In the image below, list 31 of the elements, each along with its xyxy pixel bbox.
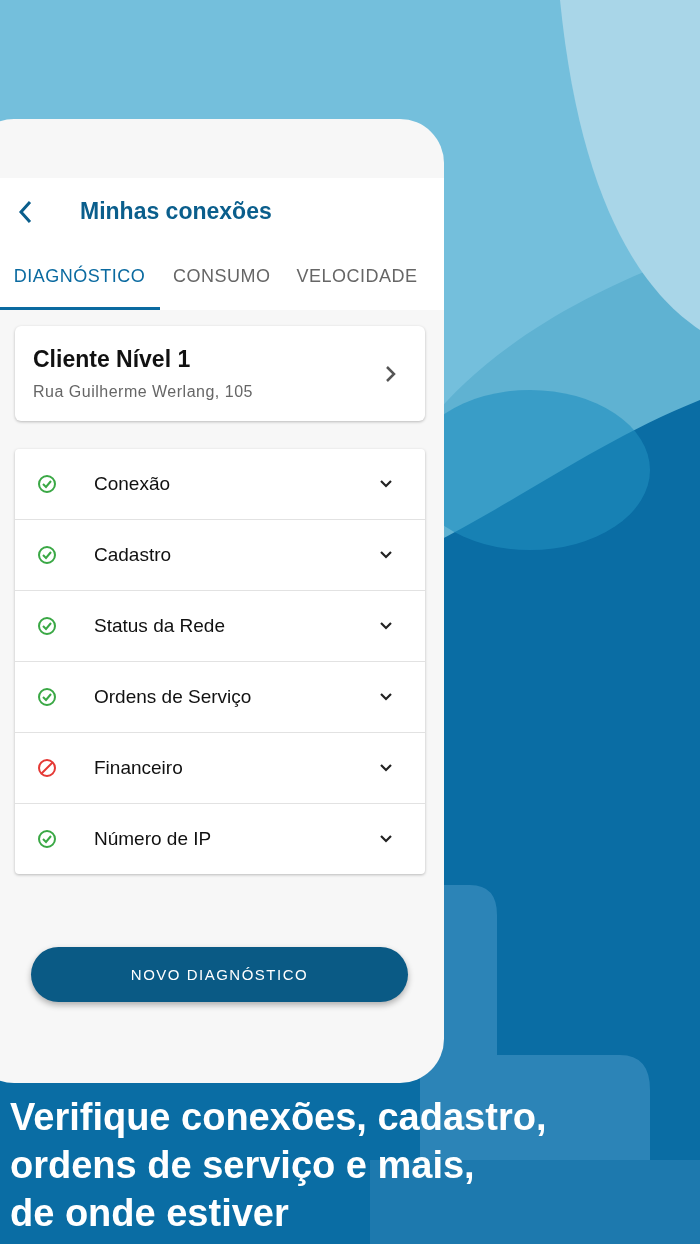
row-label: Número de IP	[94, 828, 213, 850]
diagnostic-row[interactable]: Conexão	[15, 449, 425, 520]
client-name: Cliente Nível 1	[33, 346, 192, 373]
diagnostic-row[interactable]: Ordens de Serviço	[15, 662, 425, 733]
tab[interactable]: DIAGNÓSTICO	[0, 245, 160, 310]
chevron-down-icon	[379, 621, 393, 631]
back-icon[interactable]	[18, 199, 32, 224]
tab[interactable]: VELOCIDADE	[283, 245, 431, 310]
row-label: Conexão	[94, 473, 172, 495]
chevron-down-icon	[379, 834, 393, 844]
client-address: Rua Guilherme Werlang, 105	[33, 383, 253, 401]
new-diagnostic-button[interactable]: NOVO DIAGNÓSTICO	[31, 947, 408, 1002]
row-label: Ordens de Serviço	[94, 686, 253, 708]
client-card[interactable]: Cliente Nível 1 Rua Guilherme Werlang, 105	[15, 326, 425, 421]
chevron-down-icon	[379, 692, 393, 702]
caption-line: de onde estiver	[10, 1191, 290, 1236]
tab[interactable]: CONSUMO	[160, 245, 284, 310]
diagnostic-row[interactable]: Financeiro	[15, 733, 425, 804]
caption-line: Verifique conexões, cadastro,	[10, 1095, 548, 1140]
row-label: Cadastro	[94, 544, 173, 566]
chevron-down-icon	[379, 479, 393, 489]
row-label: Financeiro	[94, 757, 184, 779]
diagnostic-row[interactable]: Número de IP	[15, 804, 425, 874]
row-label: Status da Rede	[94, 615, 226, 637]
screen-title: Minhas conexões	[80, 198, 272, 225]
diagnostic-row[interactable]: Status da Rede	[15, 591, 425, 662]
chevron-down-icon	[379, 763, 393, 773]
chevron-right-icon	[385, 364, 397, 383]
diagnostic-row[interactable]: Cadastro	[15, 520, 425, 591]
caption-line: ordens de serviço e mais,	[10, 1143, 476, 1188]
chevron-down-icon	[379, 550, 393, 560]
